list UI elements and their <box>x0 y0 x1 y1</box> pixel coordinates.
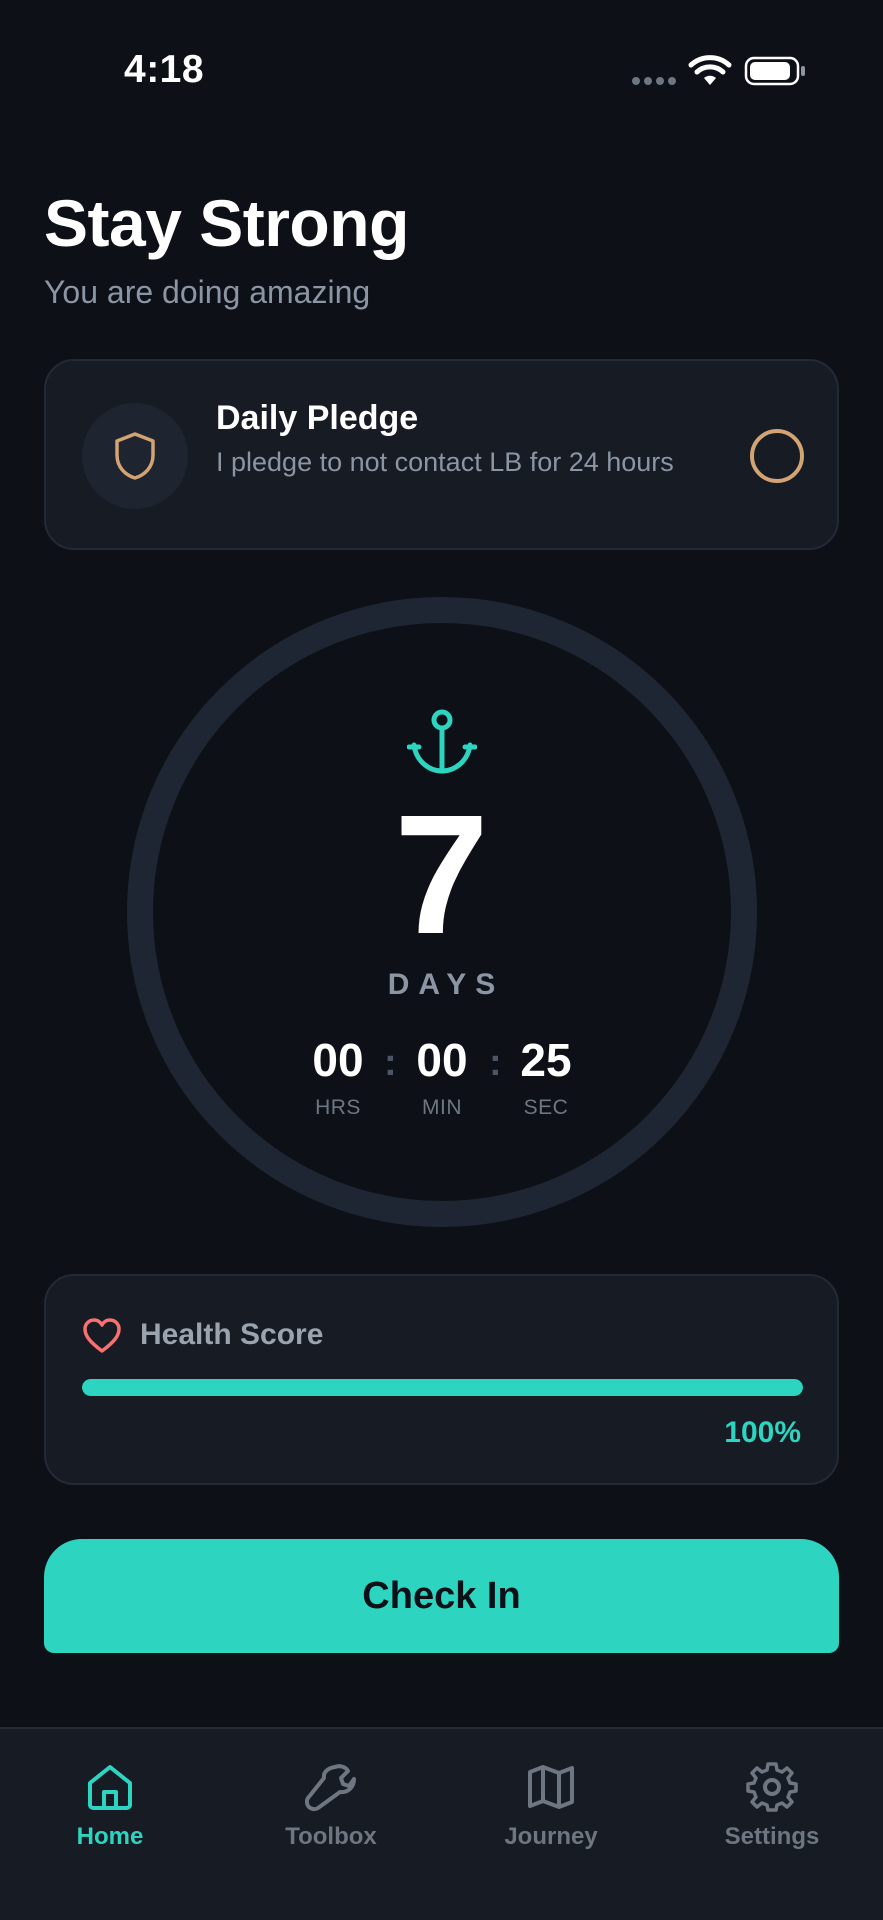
health-score-percent: 100% <box>724 1416 801 1449</box>
home-icon <box>88 1765 132 1810</box>
tab-journey-label: Journey <box>504 1823 598 1850</box>
pledge-icon-container <box>82 403 188 509</box>
bottom-tab-bar: Home Toolbox Journey Settings <box>0 1727 883 1920</box>
wifi-icon <box>688 55 732 85</box>
heart-icon <box>83 1318 121 1353</box>
shield-icon <box>115 432 155 480</box>
hours-label: HRS <box>315 1096 361 1119</box>
seconds-label: SEC <box>523 1096 569 1119</box>
daily-pledge-card[interactable]: Daily Pledge I pledge to not contact LB … <box>44 359 839 550</box>
tab-home[interactable]: Home <box>20 1761 200 1851</box>
hours-value: 00 <box>312 1034 364 1086</box>
page-subtitle: You are doing amazing <box>44 274 371 310</box>
streak-clock: 00 HRS : 00 MIN : 25 SEC <box>0 1032 883 1122</box>
tab-settings-label: Settings <box>724 1823 820 1850</box>
minutes-unit: 00 MIN <box>392 1032 492 1120</box>
tab-home-label: Home <box>76 1823 144 1850</box>
status-time: 4:18 <box>124 48 205 91</box>
health-score-card: Health Score 100% <box>44 1274 839 1485</box>
seconds-value: 25 <box>520 1034 572 1086</box>
wrench-icon <box>305 1764 356 1812</box>
tab-settings[interactable]: Settings <box>682 1761 862 1851</box>
hours-unit: 00 HRS <box>288 1032 388 1120</box>
page-title: Stay Strong <box>44 186 409 260</box>
pledge-description: I pledge to not contact LB for 24 hours <box>216 447 674 477</box>
minutes-value: 00 <box>416 1034 468 1086</box>
streak-days-label: DAYS <box>387 968 505 1001</box>
gear-icon <box>746 1762 798 1812</box>
tab-toolbox[interactable]: Toolbox <box>241 1761 421 1851</box>
battery-icon <box>744 56 805 86</box>
health-progress-track <box>82 1379 803 1396</box>
streak-days-value: 7 <box>394 780 489 970</box>
minutes-label: MIN <box>422 1096 462 1119</box>
check-in-button[interactable]: Check In <box>44 1539 839 1653</box>
pledge-checkbox[interactable] <box>750 429 804 483</box>
status-bar: 4:18 <box>0 0 883 140</box>
seconds-unit: 25 SEC <box>496 1032 596 1120</box>
cellular-signal-icon <box>632 77 676 85</box>
health-progress-fill <box>82 1379 803 1396</box>
map-icon <box>528 1765 574 1809</box>
health-score-title: Health Score <box>140 1318 324 1351</box>
tab-toolbox-label: Toolbox <box>285 1823 377 1850</box>
anchor-icon <box>407 709 477 774</box>
pledge-title: Daily Pledge <box>216 399 419 437</box>
tab-journey[interactable]: Journey <box>461 1761 641 1851</box>
